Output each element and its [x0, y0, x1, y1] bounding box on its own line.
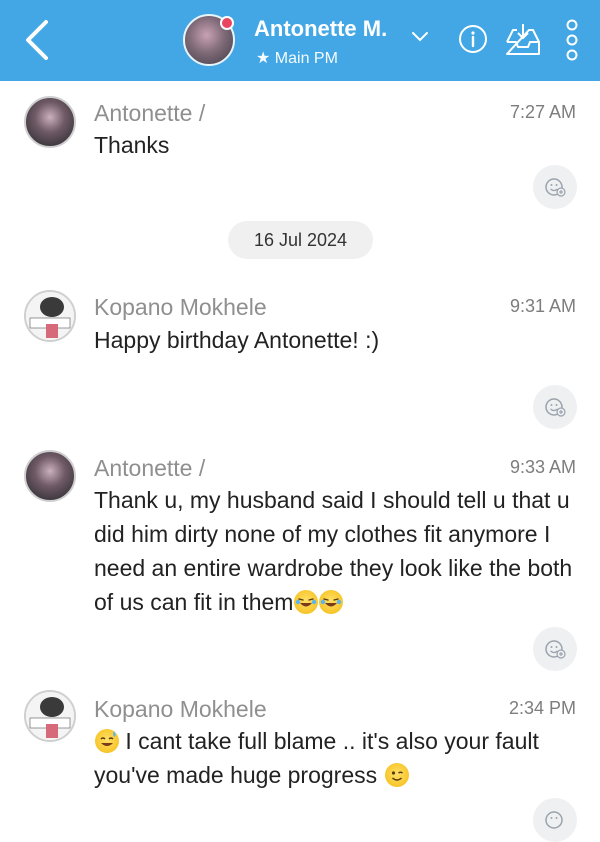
laughing-tears-emoji: [319, 590, 344, 614]
sender-avatar[interactable]: [24, 450, 76, 502]
message-text-block: I cant take full blame .. it's also your…: [94, 724, 584, 792]
avatar-image: [26, 292, 74, 340]
add-reaction-button[interactable]: [533, 385, 577, 429]
inbox-tray-icon[interactable]: [503, 20, 543, 60]
message-text: Thanks: [94, 132, 170, 158]
add-reaction-button[interactable]: [533, 165, 577, 209]
message-timestamp: 2:34 PM: [508, 698, 576, 718]
sender-name[interactable]: Antonette /: [94, 100, 205, 127]
add-reaction-button[interactable]: [533, 627, 577, 671]
message-text: I cant take full blame .. it's also your…: [94, 728, 539, 788]
message-text-block: Thank u, my husband said I should tell u…: [94, 483, 584, 619]
chevron-down-icon[interactable]: [410, 30, 430, 44]
sender-name[interactable]: Kopano Mokhele: [94, 696, 267, 723]
date-separator: 16 Jul 2024: [228, 221, 373, 259]
sender-avatar[interactable]: [24, 96, 76, 148]
message-timestamp: 9:33 AM: [509, 457, 576, 477]
chat-header: Antonette M. ★ Main PM: [0, 0, 600, 81]
add-reaction-icon: [545, 178, 566, 197]
grinning-sweat-emoji: [95, 729, 119, 753]
add-reaction-icon: [545, 398, 566, 417]
message-text: Happy birthday Antonette! :): [94, 327, 380, 353]
add-reaction-icon: [545, 811, 563, 829]
laughing-tears-emoji: [294, 590, 319, 614]
sender-name[interactable]: Kopano Mokhele: [94, 294, 267, 321]
sender-name[interactable]: Antonette /: [94, 455, 205, 482]
message-timestamp: 9:31 AM: [509, 296, 576, 316]
contact-name[interactable]: Antonette M.: [254, 16, 387, 42]
sender-avatar[interactable]: [24, 290, 76, 342]
add-reaction-icon: [545, 640, 566, 659]
message-timestamp: 7:27 AM: [509, 102, 576, 122]
add-reaction-button[interactable]: [533, 798, 577, 842]
chat-subtitle: ★ Main PM: [256, 50, 338, 67]
back-chevron-icon[interactable]: [20, 18, 56, 62]
more-vertical-icon[interactable]: [562, 18, 582, 62]
online-status-dot: [220, 16, 234, 30]
info-icon[interactable]: [458, 24, 488, 54]
wink-emoji: [384, 763, 409, 787]
sender-avatar[interactable]: [24, 690, 76, 742]
avatar-image: [26, 692, 74, 740]
